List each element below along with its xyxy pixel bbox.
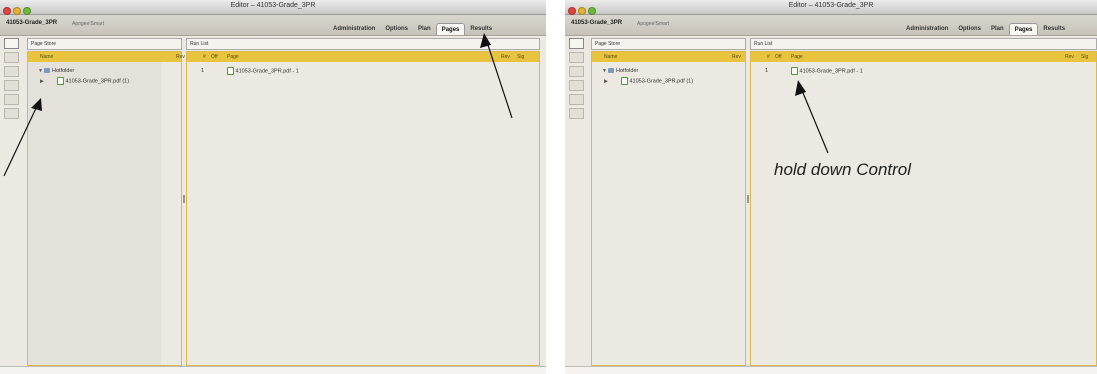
arrow-head [31,98,42,111]
pointer-arrow [795,80,829,154]
pointer-arrows [3,33,513,177]
arrow-to-run-list-row [800,87,829,154]
arrow-head [480,33,491,48]
arrow-head [795,80,806,96]
screenshot-panel-before: Editor – 41053-Grade_3PR 41053-Grade_3PR… [0,0,546,374]
annotation-text: hold down Control [774,160,912,179]
arrow-to-folder [3,103,39,177]
arrow-to-pages-tab [485,38,513,119]
screenshot-panel-after: Editor – 41053-Grade_3PR 41053-Grade_3PR… [565,0,1097,374]
